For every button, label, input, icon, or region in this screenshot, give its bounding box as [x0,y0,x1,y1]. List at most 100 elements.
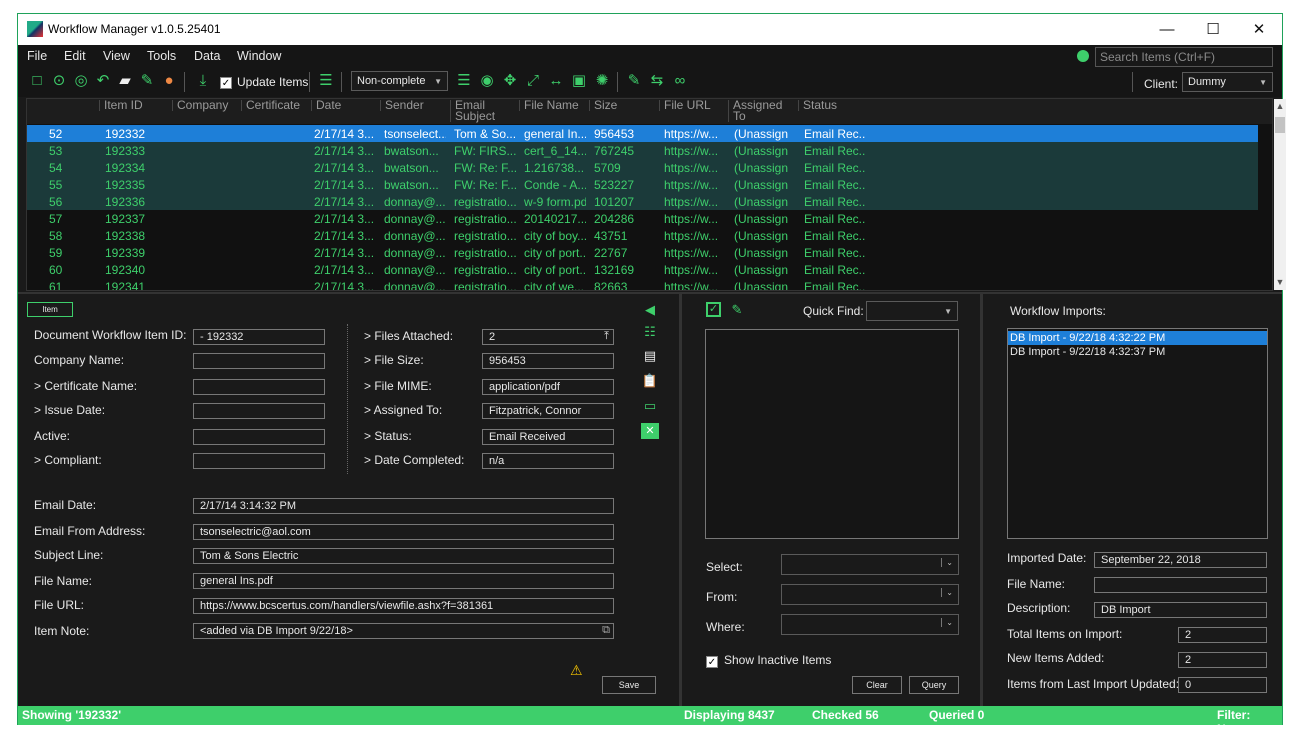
grid-scrollbar[interactable]: ▲ ▼ [1274,99,1286,290]
edit-doc-icon[interactable]: ▤ [641,348,659,364]
undo-icon[interactable]: ↶ [94,72,112,90]
date-completed-field[interactable]: n/a [482,453,614,469]
export-icon[interactable]: ▭ [641,398,659,414]
menu-file[interactable]: File [27,49,47,63]
clear-tag-icon[interactable]: ◀ [641,302,659,318]
pin-icon[interactable]: ✎ [138,72,156,90]
import-file-name-field[interactable] [1094,577,1267,593]
fit-icon[interactable]: ▣ [570,72,588,90]
column-header[interactable]: Company [172,99,228,111]
column-header[interactable]: Date [311,99,341,111]
column-header[interactable]: File Name [519,99,579,111]
clear-button[interactable]: Clear [852,676,902,694]
clipboard-icon[interactable]: 📋 [641,373,659,389]
new-items-field[interactable]: 2 [1178,652,1267,668]
column-header[interactable]: Certificate [241,99,300,111]
excel-icon[interactable]: ✕ [641,423,659,439]
query-text-area[interactable] [705,329,959,539]
active-field[interactable] [193,429,325,445]
check-square-icon[interactable]: ✓ [706,302,721,317]
column-header[interactable]: Email Subject [450,99,510,122]
table-row[interactable]: ✓521923322/17/14 3...tsonselect...Tom & … [27,125,1258,142]
filter-dropdown[interactable]: Non-complete ▼ [351,71,448,91]
link-icon[interactable]: ∞ [671,72,689,90]
color-wheel-icon[interactable]: ● [160,72,178,90]
expand-icon[interactable]: ✥ [501,72,519,90]
horizontal-arrow-icon[interactable]: ↔ [547,72,565,90]
table-row[interactable]: 57 192337 2/17/14 3... donnay@... registrati… [27,210,1258,227]
where-dropdown[interactable]: ⌄ [781,614,959,635]
table-row[interactable]: ✓561923362/17/14 3...donnay@...registrat… [27,193,1258,210]
table-row[interactable]: ✓551923352/17/14 3...bwatson...FW: Re: F… [27,176,1258,193]
item-note-field[interactable]: <added via DB Import 9/22/18> ⧉ [193,623,614,639]
search-input[interactable]: Search Items (Ctrl+F) [1095,47,1273,67]
open-external-icon[interactable]: ⧉ [602,624,610,637]
email-date-field[interactable]: 2/17/14 3:14:32 PM [193,498,614,514]
issue-date-field[interactable] [193,403,325,419]
scroll-thumb[interactable] [1275,117,1285,133]
email-from-field[interactable]: tsonselectric@aol.com [193,524,614,540]
imported-date-field[interactable]: September 22, 2018 [1094,552,1267,568]
compliant-field[interactable] [193,453,325,469]
column-header[interactable]: File URL [659,99,711,111]
upload-icon[interactable]: ⤒ [604,330,609,343]
file-mime-field[interactable]: application/pdf [482,379,614,395]
imports-list[interactable]: DB Import - 9/22/18 4:32:22 PM DB Import… [1007,328,1268,539]
minimize-button[interactable]: — [1144,14,1190,45]
table-row[interactable]: 59 192339 2/17/14 3... donnay@... registrati… [27,244,1258,261]
company-field[interactable] [193,353,325,369]
menu-edit[interactable]: Edit [64,49,86,63]
eraser-icon[interactable]: ▰ [116,72,134,90]
file-name-field[interactable]: general Ins.pdf [193,573,614,589]
table-row[interactable]: 60 192340 2/17/14 3... donnay@... registrati… [27,261,1258,278]
column-header[interactable]: Sender [380,99,424,111]
select-dropdown[interactable]: ⌄ [781,554,959,575]
table-row[interactable]: 58 192338 2/17/14 3... donnay@... registrati… [27,227,1258,244]
table-row[interactable]: ✓541923342/17/14 3...bwatson...FW: Re: F… [27,159,1258,176]
menu-view[interactable]: View [103,49,130,63]
gear-icon[interactable]: ✺ [593,72,611,90]
table-row[interactable]: ✓531923332/17/14 3...bwatson...FW: FIRS.… [27,142,1258,159]
column-header[interactable]: Status [798,99,837,111]
update-items-checkbox[interactable]: ✓ [217,74,235,92]
from-dropdown[interactable]: ⌄ [781,584,959,605]
target-icon[interactable]: ◎ [72,72,90,90]
pencil-icon[interactable]: ✎ [625,72,643,90]
maximize-button[interactable]: ☐ [1190,14,1236,45]
files-attached-field[interactable]: 2 ⤒ [482,329,614,345]
list-item[interactable]: DB Import - 9/22/18 4:32:37 PM [1008,345,1267,359]
swap-icon[interactable]: ⇆ [648,72,666,90]
description-field[interactable]: DB Import [1094,602,1267,618]
add-list-icon[interactable]: ☰ [317,72,335,90]
column-header[interactable]: Size [589,99,617,111]
file-url-field[interactable]: https://www.bcscertus.com/handlers/viewf… [193,598,614,614]
file-size-field[interactable]: 956453 [482,353,614,369]
download-icon[interactable]: ⤓ [194,72,212,90]
total-items-field[interactable]: 2 [1178,627,1267,643]
certificate-field[interactable] [193,379,325,395]
close-button[interactable]: ✕ [1236,14,1282,45]
assigned-to-field[interactable]: Fitzpatrick, Connor [482,403,614,419]
save-button[interactable]: Save [602,676,656,694]
eye-icon[interactable]: ◉ [478,72,496,90]
circle-dot-icon[interactable]: ⊙ [50,72,68,90]
menu-tools[interactable]: Tools [147,49,176,63]
list-item[interactable]: DB Import - 9/22/18 4:32:22 PM [1008,331,1267,345]
select-all-icon[interactable]: ☷ [641,324,659,340]
scroll-down-icon[interactable]: ▼ [1274,277,1286,291]
status-field[interactable]: Email Received [482,429,614,445]
scroll-up-icon[interactable]: ▲ [1274,101,1286,115]
filter-lines-icon[interactable]: ☰ [455,72,473,90]
menu-data[interactable]: Data [194,49,220,63]
doc-id-field[interactable]: - 192332 [193,329,325,345]
subject-line-field[interactable]: Tom & Sons Electric [193,548,614,564]
show-inactive-checkbox[interactable]: ✓ [706,654,718,668]
menu-window[interactable]: Window [237,49,281,63]
query-button[interactable]: Query [909,676,959,694]
table-row[interactable]: 61 192341 2/17/14 3... donnay@... registrati… [27,278,1258,290]
diagonal-arrow-icon[interactable]: ⤢ [524,72,542,90]
tab-item[interactable]: Item [27,302,73,317]
column-header[interactable]: Item ID [99,99,143,111]
column-header[interactable]: Assigned To [728,99,788,122]
quick-find-dropdown[interactable]: ▼ [866,301,958,321]
